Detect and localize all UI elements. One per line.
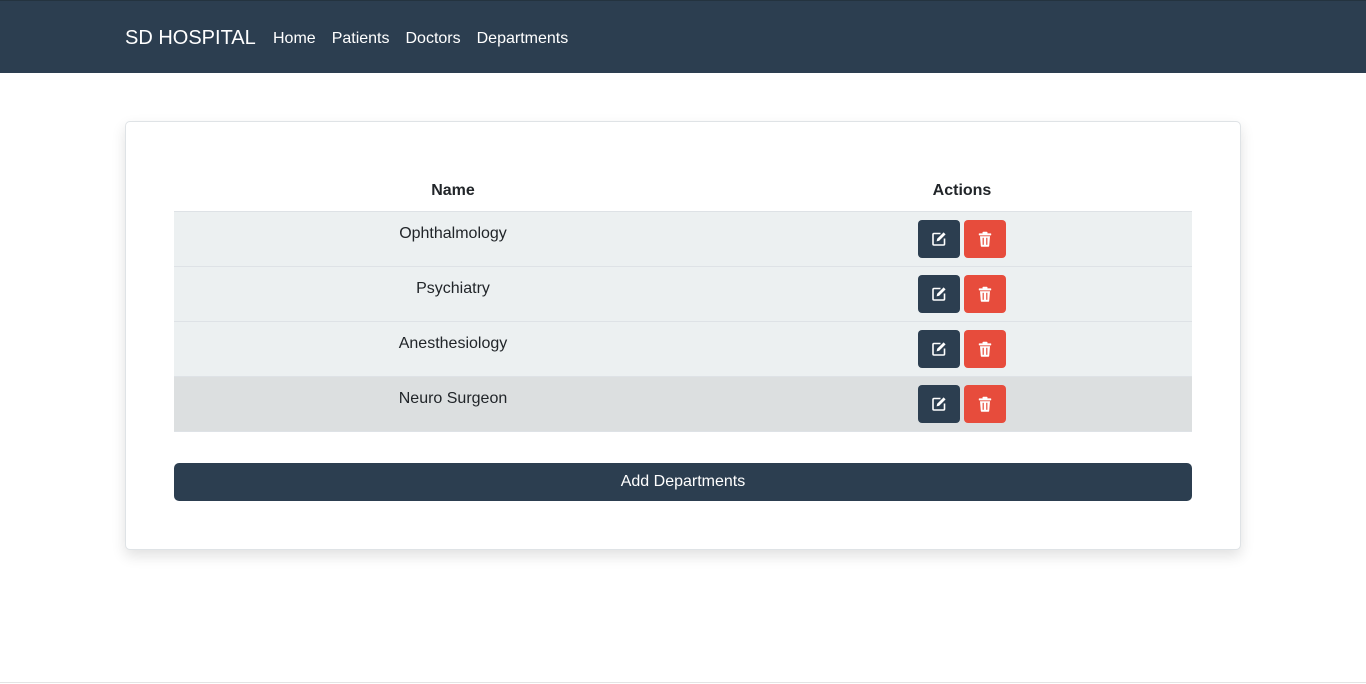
departments-table: Name Actions Ophthalmology Psychiatry An…: [174, 172, 1192, 432]
edit-icon: [932, 396, 946, 411]
department-name: Ophthalmology: [399, 224, 507, 242]
actions-cell: [732, 321, 1192, 377]
table-row: Ophthalmology: [174, 211, 1192, 267]
page-bottom-divider: [0, 682, 1366, 683]
nav-link-departments[interactable]: Departments: [477, 29, 569, 49]
department-name: Neuro Surgeon: [398, 389, 508, 407]
column-header-actions: Actions: [732, 172, 1192, 212]
trash-icon: [978, 286, 992, 302]
department-name-cell: Ophthalmology: [174, 211, 732, 267]
edit-icon: [932, 286, 946, 301]
department-name-cell: Neuro Surgeon: [174, 376, 732, 432]
delete-button[interactable]: [964, 329, 1006, 368]
delete-button[interactable]: [964, 384, 1006, 423]
edit-button[interactable]: [918, 384, 960, 423]
actions-cell: [732, 376, 1192, 432]
trash-icon: [978, 341, 992, 357]
table-row: Psychiatry: [174, 266, 1192, 322]
table-row: Neuro Surgeon: [174, 376, 1192, 432]
actions-cell: [732, 266, 1192, 322]
trash-icon: [978, 396, 992, 412]
add-departments-button[interactable]: Add Departments: [174, 463, 1192, 501]
department-name: Anesthesiology: [398, 334, 508, 352]
nav-links: Home Patients Doctors Departments: [273, 29, 568, 49]
edit-icon: [932, 231, 946, 246]
edit-button[interactable]: [918, 329, 960, 368]
department-name-cell: Psychiatry: [174, 266, 732, 322]
edit-button[interactable]: [918, 219, 960, 258]
column-header-name: Name: [174, 172, 732, 212]
table-header-row: Name Actions: [174, 172, 1192, 212]
delete-button[interactable]: [964, 219, 1006, 258]
actions-cell: [732, 211, 1192, 267]
department-name-cell: Anesthesiology: [174, 321, 732, 377]
nav-link-doctors[interactable]: Doctors: [406, 29, 461, 49]
delete-button[interactable]: [964, 274, 1006, 313]
departments-card: Name Actions Ophthalmology Psychiatry An…: [125, 121, 1241, 550]
edit-button[interactable]: [918, 274, 960, 313]
trash-icon: [978, 231, 992, 247]
nav-link-home[interactable]: Home: [273, 29, 316, 49]
edit-icon: [932, 341, 946, 356]
department-name: Psychiatry: [416, 279, 490, 297]
brand-logo-text[interactable]: SD HOSPITAL: [125, 26, 256, 50]
top-navbar: SD HOSPITAL Home Patients Doctors Depart…: [0, 0, 1366, 73]
nav-link-patients[interactable]: Patients: [332, 29, 390, 49]
table-row: Anesthesiology: [174, 321, 1192, 377]
